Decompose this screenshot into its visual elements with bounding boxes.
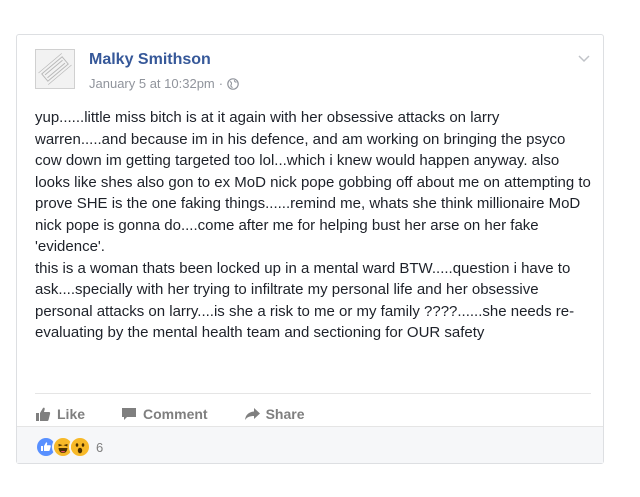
avatar[interactable] bbox=[35, 49, 75, 89]
wow-reaction-icon bbox=[69, 436, 91, 458]
share-arrow-icon bbox=[244, 406, 260, 422]
post-meta: January 5 at 10:32pm · bbox=[89, 76, 239, 91]
chevron-down-icon[interactable] bbox=[577, 51, 591, 63]
actions-divider bbox=[35, 393, 591, 394]
reactions-bar: 6 bbox=[17, 426, 603, 463]
post-timestamp[interactable]: January 5 at 10:32pm bbox=[89, 76, 215, 91]
post-paragraph: yup......little miss bitch is at it agai… bbox=[35, 109, 591, 255]
comment-icon bbox=[121, 406, 137, 422]
comment-button[interactable]: Comment bbox=[121, 406, 208, 422]
thumbs-up-icon bbox=[35, 406, 51, 422]
author-name[interactable]: Malky Smithson bbox=[89, 51, 211, 69]
post-card: Malky Smithson January 5 at 10:32pm · yu… bbox=[16, 34, 604, 464]
reactions-summary[interactable]: 6 bbox=[35, 436, 103, 458]
share-button[interactable]: Share bbox=[244, 406, 305, 422]
comment-label: Comment bbox=[143, 406, 208, 422]
like-label: Like bbox=[57, 406, 86, 422]
post-body: yup......little miss bitch is at it agai… bbox=[35, 107, 591, 344]
avatar-logo-image bbox=[36, 50, 74, 88]
globe-icon bbox=[227, 77, 239, 90]
like-button[interactable]: Like bbox=[35, 406, 85, 422]
share-label: Share bbox=[265, 406, 305, 422]
reaction-count: 6 bbox=[96, 439, 104, 455]
post-paragraph: this is a woman thats been locked up in … bbox=[35, 259, 575, 342]
meta-separator: · bbox=[218, 76, 224, 91]
